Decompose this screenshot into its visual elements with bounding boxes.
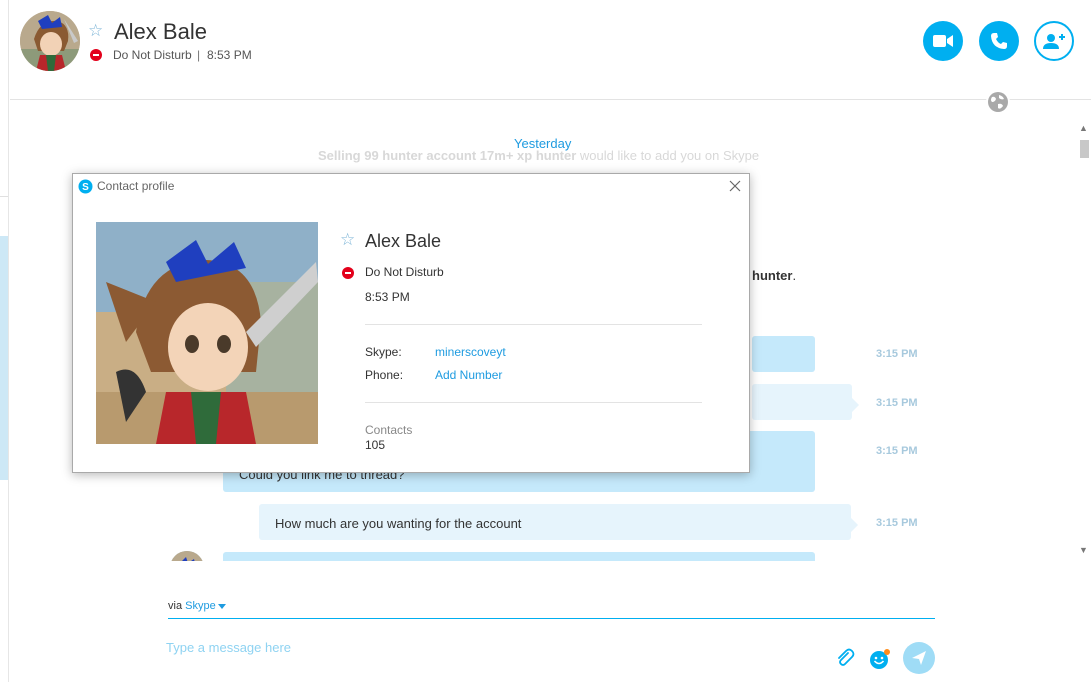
dnd-status-icon [90,49,102,61]
add-participants-button[interactable] [1034,21,1074,61]
chat-scrollbar[interactable]: ▲ ▼ [1078,121,1091,561]
message-text: How much are you wanting for the account [275,516,522,531]
message-timestamp: 3:15 PM [876,348,918,360]
profile-name: Alex Bale [365,231,442,251]
contact-status: Do Not Disturb [113,48,192,62]
partial-bold: hunter [752,268,793,283]
request-sender: Selling 99 hunter account 17m+ xp hunter [318,148,577,163]
avatar[interactable] [170,551,204,561]
video-call-button[interactable] [923,21,963,61]
phone-label: Phone: [365,368,404,382]
status-separator: | [197,48,201,62]
divider [365,324,702,325]
dialog-title: Contact profile [97,179,175,193]
skype-label: Skype: [365,345,402,359]
contacts-label: Contacts [365,423,413,437]
profile-local-time: 8:53 PM [365,290,410,304]
profile-picture [96,222,318,444]
scroll-down-icon[interactable]: ▼ [1079,545,1088,555]
audio-call-icon [991,33,1007,49]
request-text: would like to add you on Skype [576,148,760,163]
audio-call-button[interactable] [979,21,1019,61]
add-number-link[interactable]: Add Number [435,368,502,382]
via-label: via [168,600,183,612]
message-bubble[interactable] [752,384,859,420]
send-button[interactable] [903,642,935,674]
profile-status: Do Not Disturb [365,265,444,279]
compose-divider [168,618,935,619]
contact-request-message: Selling 99 hunter account 17m+ xp hunter… [318,148,759,163]
message-bubble[interactable]: How much are you wanting for the account [259,504,858,540]
scroll-thumb[interactable] [1080,140,1089,158]
contact-name[interactable]: Alex Bale [114,19,207,45]
dnd-status-icon [342,267,354,279]
message-bubble[interactable] [752,336,815,372]
skype-window: ☆ Alex Bale Do Not Disturb | 8:53 PM Yes… [0,0,1091,682]
close-icon[interactable] [727,178,743,194]
attach-icon[interactable] [834,648,856,670]
svg-text:S: S [82,182,89,193]
contact-profile-dialog: S Contact profile ☆ Alex Bale Do Not Dis… [72,173,750,473]
message-timestamp: 3:15 PM [876,517,918,529]
favorite-star-icon[interactable]: ☆ [340,231,355,248]
chevron-down-icon[interactable] [218,604,226,609]
conversation-header: ☆ Alex Bale Do Not Disturb | 8:53 PM [10,0,1091,114]
contact-local-time: 8:53 PM [207,48,252,62]
via-service[interactable]: Skype [185,600,216,612]
message-timestamp: 3:15 PM [876,397,918,409]
selected-conversation-highlight[interactable] [0,236,8,480]
divider [0,196,8,197]
divider [365,402,702,403]
partial-tail: . [792,268,797,283]
favorite-star-icon[interactable]: ☆ [88,22,103,39]
add-contact-icon [1043,34,1065,49]
video-call-icon [933,35,953,47]
message-input[interactable] [166,636,816,658]
scroll-up-icon[interactable]: ▲ [1079,123,1088,133]
sidebar-edge [0,0,9,682]
via-selector[interactable]: via Skype [168,600,216,612]
avatar[interactable] [20,11,80,71]
emoji-icon[interactable] [869,648,891,670]
message-timestamp: 3:15 PM [876,445,918,457]
partial-message-text: hunter. [752,268,796,283]
skype-name-link[interactable]: minerscoveyt [435,345,506,359]
contacts-count: 105 [365,438,386,452]
message-bubble[interactable] [223,552,815,561]
skype-logo-icon: S [78,179,93,194]
send-icon [912,651,926,665]
